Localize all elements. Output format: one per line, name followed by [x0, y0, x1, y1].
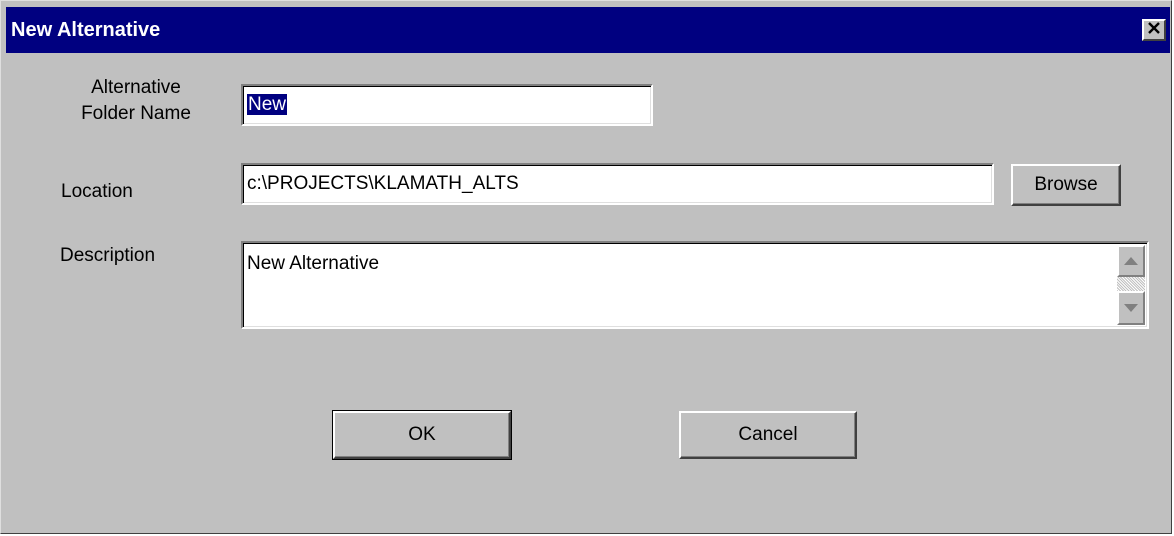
arrow-up-icon: [1124, 252, 1138, 270]
scroll-track[interactable]: [1117, 277, 1145, 291]
description-label: Description: [60, 245, 156, 266]
description-value: New Alternative: [247, 253, 380, 274]
location-input[interactable]: c:\PROJECTS\KLAMATH_ALTS: [241, 163, 994, 205]
location-label: Location: [61, 181, 133, 202]
close-button[interactable]: [1142, 19, 1166, 41]
scroll-up-button[interactable]: [1117, 245, 1145, 277]
description-scrollbar[interactable]: [1117, 245, 1145, 325]
location-value: c:\PROJECTS\KLAMATH_ALTS: [247, 173, 519, 194]
browse-button[interactable]: Browse: [1011, 164, 1121, 206]
cancel-button[interactable]: Cancel: [679, 411, 857, 459]
folder-name-label-line1: Alternative: [91, 77, 181, 98]
title-bar[interactable]: New Alternative: [6, 7, 1170, 53]
close-icon: [1147, 21, 1161, 39]
arrow-down-icon: [1124, 299, 1138, 317]
scroll-down-button[interactable]: [1117, 291, 1145, 325]
folder-name-value: New: [247, 94, 288, 115]
new-alternative-dialog: New Alternative Alternative Folder Name …: [0, 0, 1172, 534]
description-textarea[interactable]: New Alternative: [241, 241, 1149, 329]
folder-name-label: Alternative Folder Name: [71, 75, 201, 127]
dialog-title: New Alternative: [11, 19, 161, 41]
folder-name-label-line2: Folder Name: [81, 103, 191, 124]
folder-name-input[interactable]: New: [241, 84, 653, 126]
ok-button[interactable]: OK: [332, 410, 512, 460]
